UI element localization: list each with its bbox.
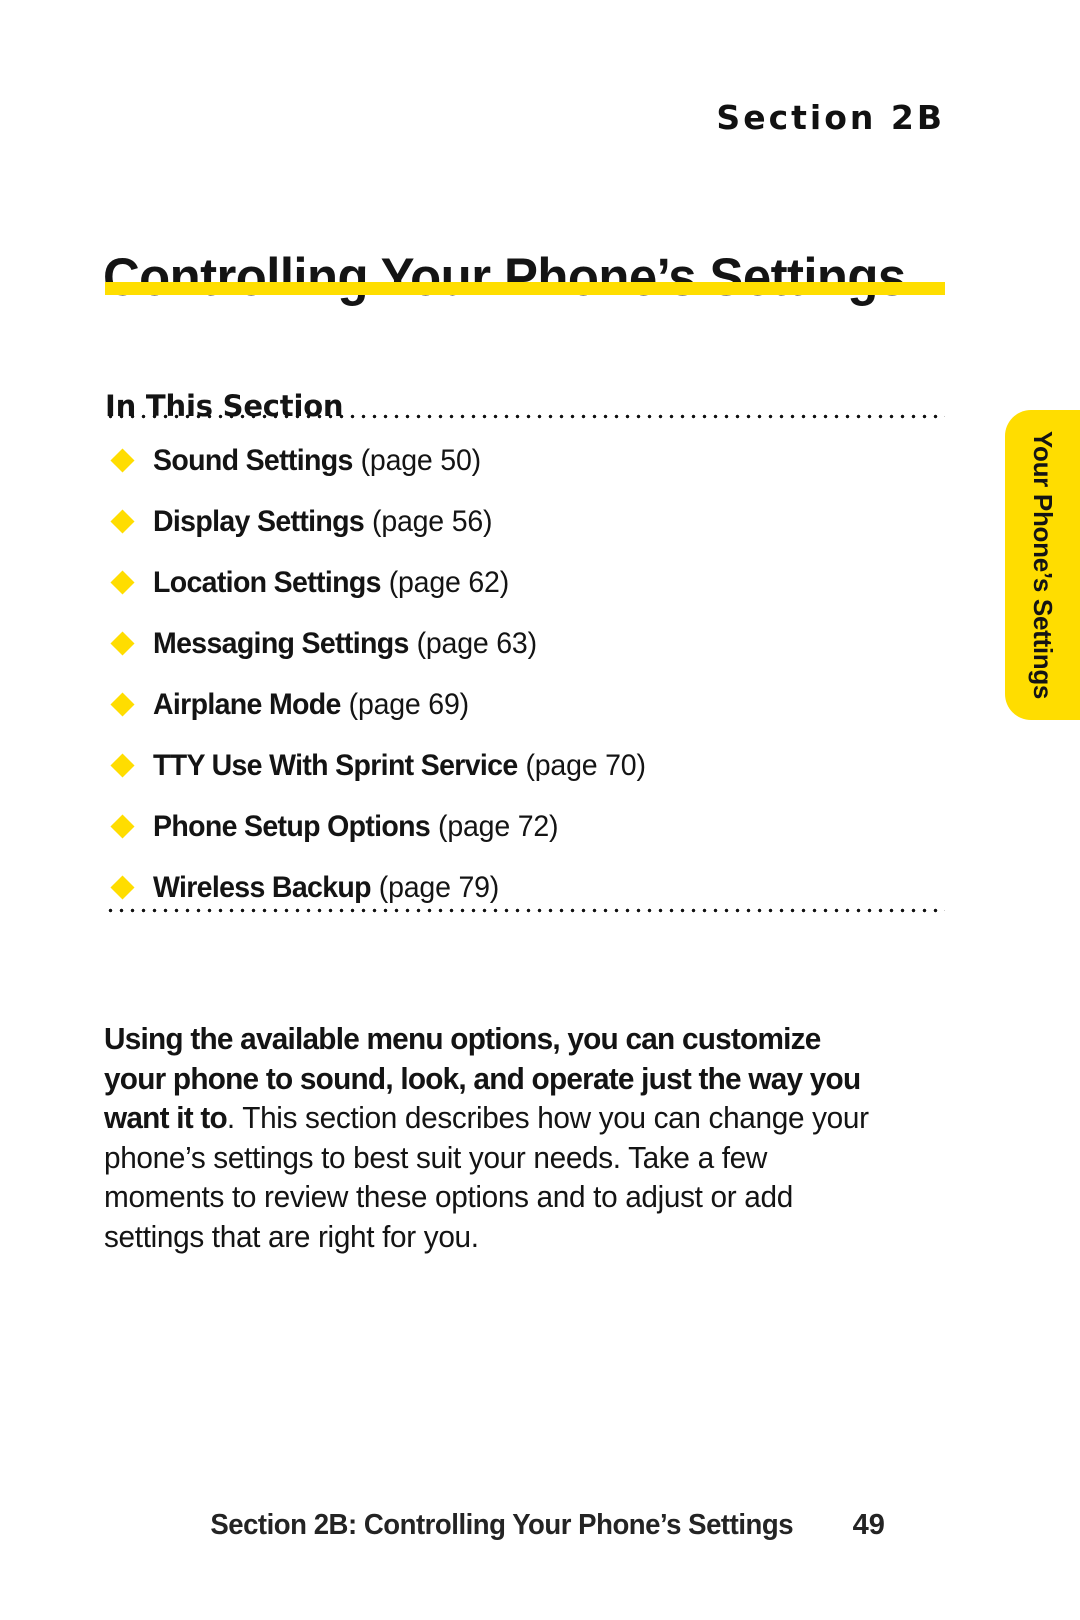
list-item-text: TTY Use With Sprint Service (page 70) — [153, 749, 646, 783]
section-eyebrow: Section 2B — [716, 98, 945, 137]
list-item[interactable]: TTY Use With Sprint Service (page 70) — [105, 735, 945, 796]
diamond-bullet-icon — [110, 874, 135, 900]
list-item-page-ref: (page 50) — [360, 443, 481, 477]
list-item-label: Messaging Settings — [153, 626, 409, 660]
list-item-label: Phone Setup Options — [153, 809, 431, 843]
diamond-bullet-icon — [110, 691, 135, 717]
intro-paragraph: Using the available menu options, you ca… — [104, 1019, 872, 1256]
title-accent-rule — [105, 282, 945, 295]
list-item-text: Sound Settings (page 50) — [153, 444, 481, 478]
list-item-label: Display Settings — [153, 504, 365, 538]
list-item-label: Location Settings — [153, 565, 381, 599]
list-item-page-ref: (page 62) — [388, 565, 510, 599]
diamond-bullet-icon — [110, 630, 135, 656]
list-item[interactable]: Location Settings (page 62) — [105, 552, 945, 613]
diamond-bullet-icon — [110, 508, 135, 534]
list-item-page-ref: (page 69) — [348, 687, 469, 721]
dotted-divider-top — [105, 414, 945, 419]
in-this-section-list: Sound Settings (page 50) Display Setting… — [105, 430, 945, 918]
list-item[interactable]: Phone Setup Options (page 72) — [105, 796, 945, 857]
list-item-page-ref: (page 56) — [372, 504, 493, 538]
list-item-text: Location Settings (page 62) — [153, 566, 509, 600]
footer-section-title: Section 2B: Controlling Your Phone’s Set… — [210, 1509, 794, 1541]
list-item-label: Airplane Mode — [153, 687, 341, 721]
page-footer: Section 2B: Controlling Your Phone’s Set… — [0, 1509, 1080, 1542]
footer-page-number: 49 — [852, 1509, 885, 1541]
diamond-bullet-icon — [110, 569, 135, 595]
list-item-label: TTY Use With Sprint Service — [153, 748, 518, 782]
list-item-text: Wireless Backup (page 79) — [153, 871, 499, 905]
list-item[interactable]: Airplane Mode (page 69) — [105, 674, 945, 735]
diamond-bullet-icon — [110, 447, 135, 473]
diamond-bullet-icon — [110, 752, 135, 778]
list-item-page-ref: (page 79) — [378, 870, 500, 904]
list-item[interactable]: Messaging Settings (page 63) — [105, 613, 945, 674]
list-item-text: Airplane Mode (page 69) — [153, 688, 469, 722]
list-item[interactable]: Display Settings (page 56) — [105, 491, 945, 552]
list-item-page-ref: (page 70) — [525, 748, 646, 782]
list-item-text: Messaging Settings (page 63) — [153, 627, 537, 661]
page-title: Controlling Your Phone’s Settings — [103, 247, 906, 307]
diamond-bullet-icon — [110, 813, 135, 839]
dotted-divider-bottom — [105, 908, 945, 913]
list-item-page-ref: (page 72) — [438, 809, 559, 843]
list-item-label: Sound Settings — [153, 443, 353, 477]
list-item-text: Phone Setup Options (page 72) — [153, 809, 559, 844]
list-item-page-ref: (page 63) — [416, 626, 537, 660]
side-tab-label: Your Phone’s Settings — [1028, 430, 1058, 700]
side-tab: Your Phone’s Settings — [1005, 410, 1080, 720]
list-item-label: Wireless Backup — [153, 870, 372, 904]
list-item-text: Display Settings (page 56) — [153, 504, 493, 539]
list-item[interactable]: Sound Settings (page 50) — [105, 430, 945, 491]
manual-page: Section 2B Controlling Your Phone’s Sett… — [0, 0, 1080, 1620]
